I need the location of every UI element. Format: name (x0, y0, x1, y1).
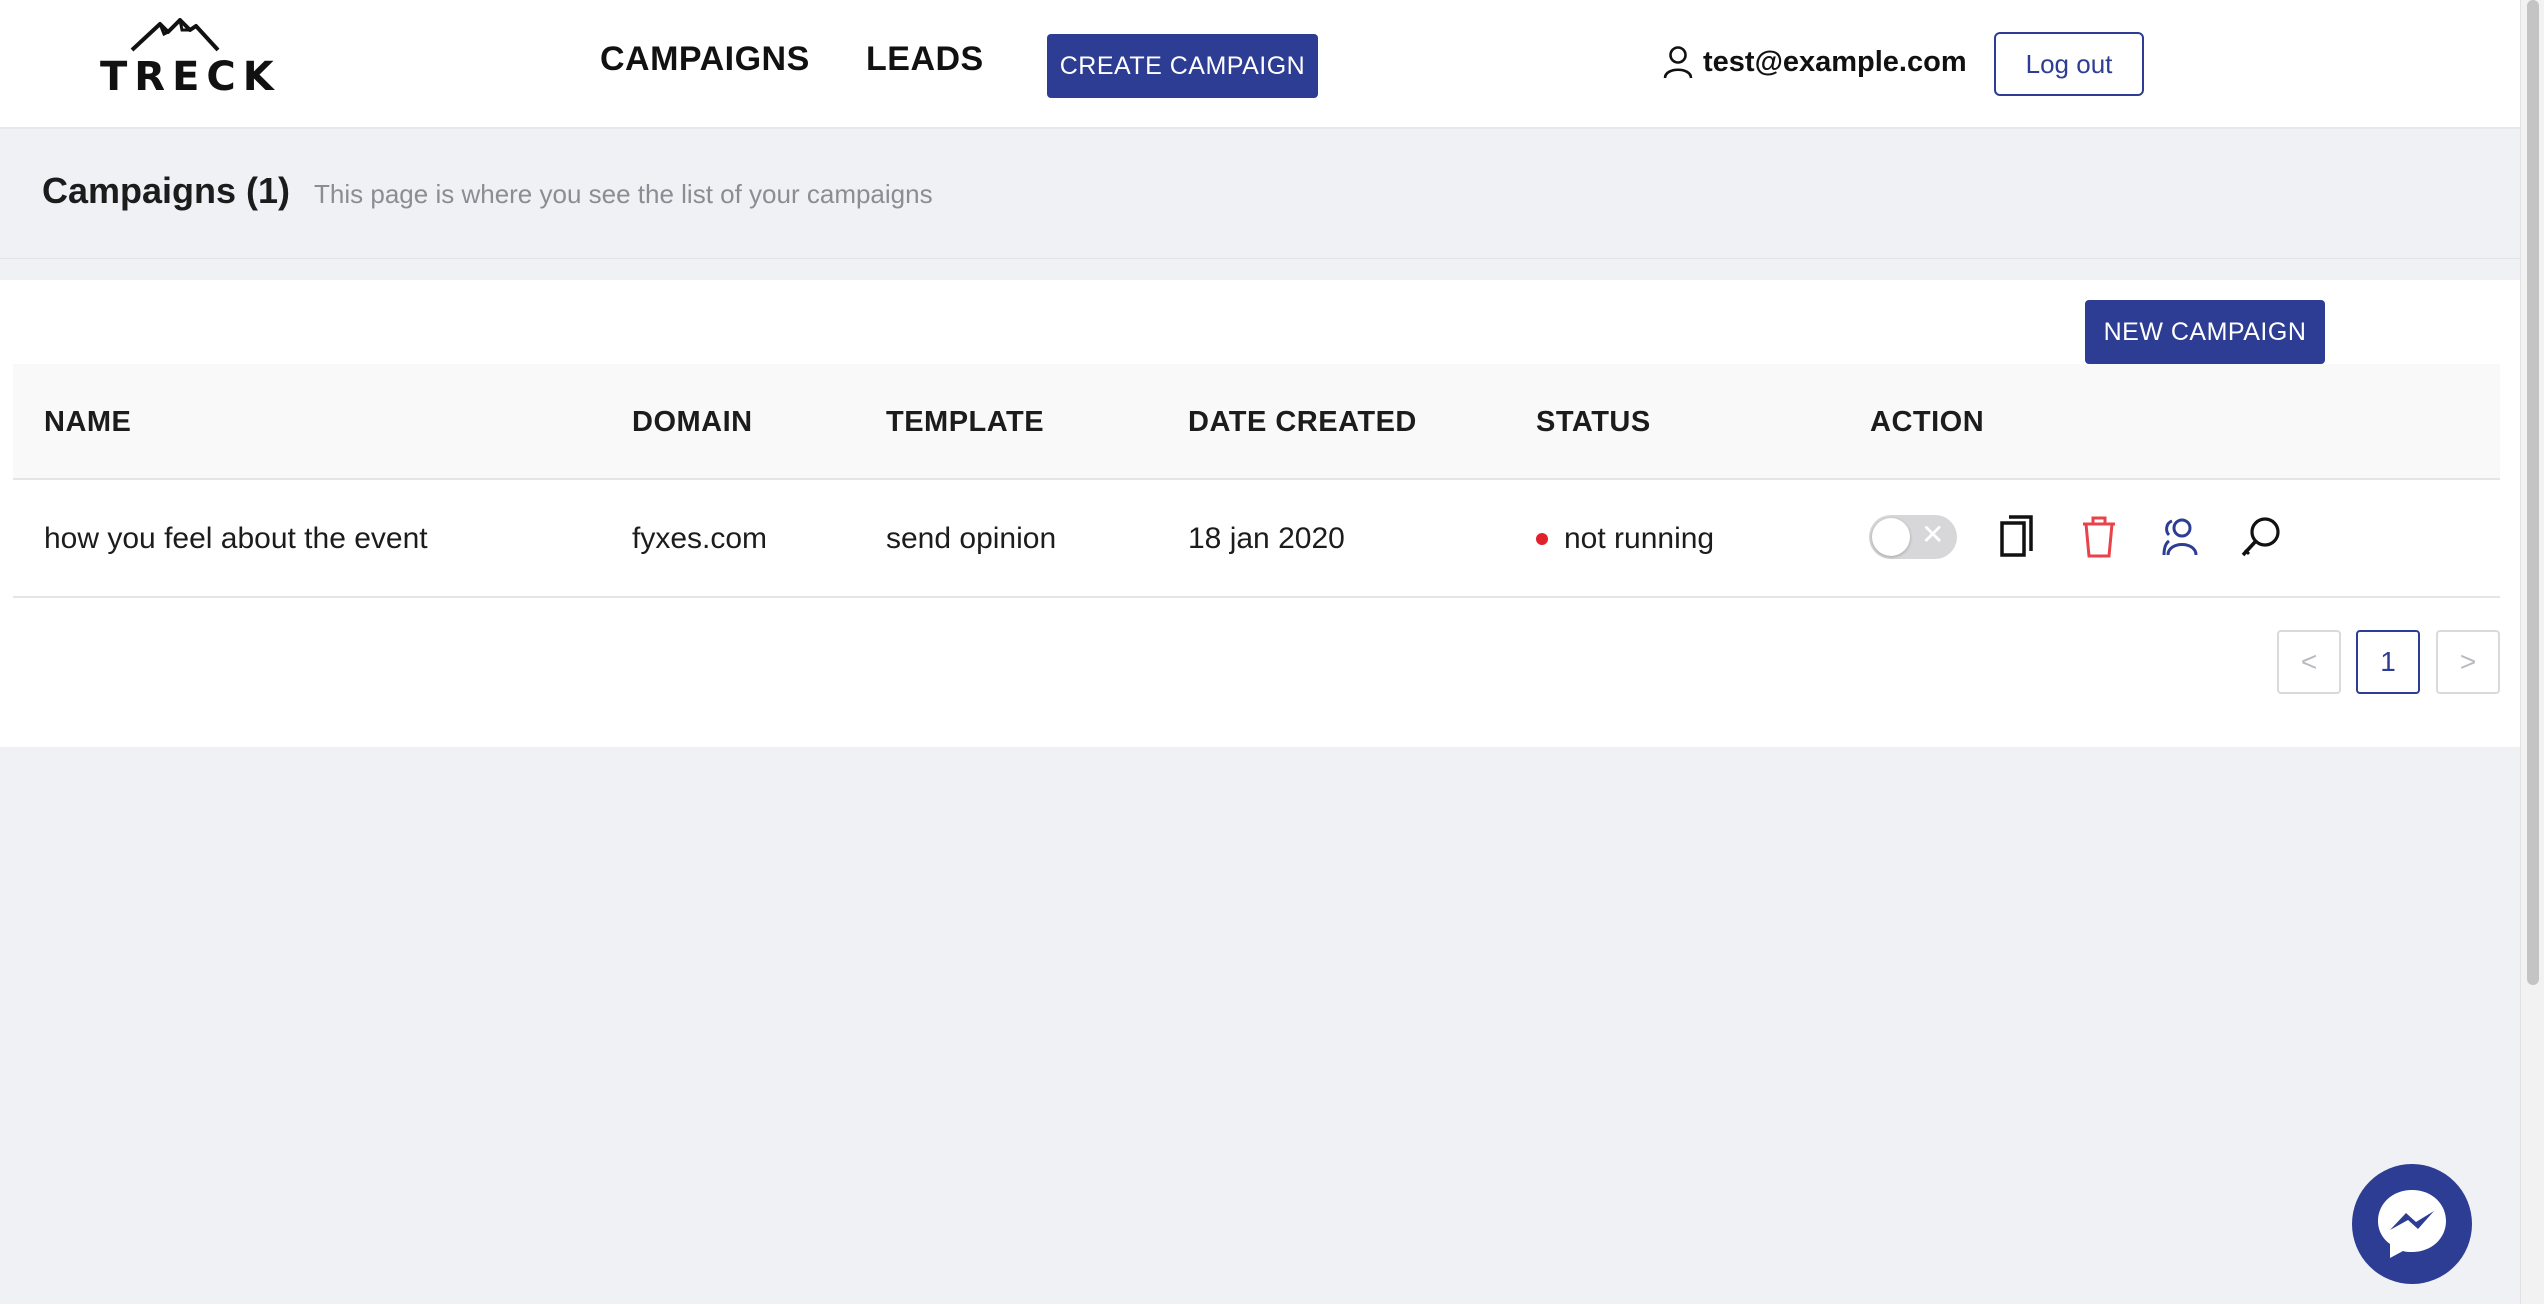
top-header: TRECK CAMPAIGNS LEADS CREATE CAMPAIGN te… (0, 0, 2520, 129)
column-header-action: ACTION (1870, 405, 1985, 438)
status-label: not running (1564, 522, 1715, 555)
campaign-running-toggle[interactable]: ✕ (1869, 515, 1957, 559)
toggle-knob (1872, 518, 1910, 556)
column-header-domain[interactable]: DOMAIN (632, 364, 753, 480)
campaigns-table: NAME DOMAIN TEMPLATE DATE CREATED STATUS… (13, 364, 2500, 598)
user-email: test@example.com (1703, 45, 1967, 78)
campaign-domain: fyxes.com (632, 522, 768, 555)
mountain-logo-icon (130, 18, 220, 52)
user-account[interactable]: test@example.com (1663, 42, 1967, 82)
table-header: NAME DOMAIN TEMPLATE DATE CREATED STATUS… (13, 364, 2500, 480)
messenger-chat-button[interactable] (2352, 1164, 2472, 1284)
pagination-page-button[interactable]: 1 (2356, 630, 2420, 694)
scrollbar-thumb[interactable] (2527, 0, 2539, 985)
campaigns-card: NEW CAMPAIGN NAME DOMAIN TEMPLATE DATE C… (0, 280, 2520, 747)
logout-button[interactable]: Log out (1994, 32, 2144, 96)
users-icon[interactable] (2158, 513, 2202, 561)
nav-leads[interactable]: LEADS (866, 40, 984, 79)
page-subtitle: This page is where you see the list of y… (314, 179, 933, 209)
campaign-name[interactable]: how you feel about the event (44, 480, 428, 598)
create-campaign-button[interactable]: CREATE CAMPAIGN (1047, 34, 1318, 98)
divider (0, 258, 2520, 259)
user-icon (1663, 46, 1693, 79)
search-icon[interactable] (2239, 513, 2283, 561)
column-header-name[interactable]: NAME (44, 364, 131, 480)
new-campaign-button[interactable]: NEW CAMPAIGN (2085, 300, 2325, 364)
brand-name: TRECK (100, 54, 281, 100)
campaign-status: not running (1536, 480, 1714, 598)
campaign-date-created: 18 jan 2020 (1188, 522, 1345, 555)
trash-icon[interactable] (2077, 513, 2121, 561)
pagination-prev-button[interactable]: < (2277, 630, 2341, 694)
messenger-icon (2378, 1190, 2446, 1258)
copy-icon[interactable] (1995, 513, 2039, 561)
pagination-next-button[interactable]: > (2436, 630, 2500, 694)
brand-logo[interactable]: TRECK (100, 18, 281, 100)
page-title: Campaigns (1) (42, 170, 291, 211)
table-row: how you feel about the event fyxes.com s… (13, 480, 2500, 598)
column-header-template[interactable]: TEMPLATE (886, 364, 1044, 480)
page-heading: Campaigns (1) This page is where you see… (42, 170, 933, 212)
column-header-date-created[interactable]: DATE CREATED (1188, 364, 1417, 480)
column-header-status[interactable]: STATUS (1536, 364, 1651, 480)
campaign-template: send opinion (886, 522, 1057, 555)
nav-campaigns[interactable]: CAMPAIGNS (600, 40, 810, 79)
close-icon: ✕ (1921, 518, 1945, 551)
status-dot-icon (1536, 533, 1548, 545)
